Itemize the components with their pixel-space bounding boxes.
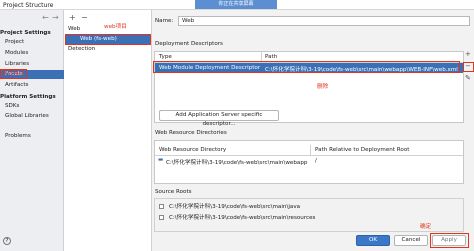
- source-path-java: C:\怀化学院计科\3-19\code\fs-web\src\main\java: [169, 204, 301, 210]
- annotation-delete: 删除: [317, 84, 329, 90]
- add-facet-button[interactable]: +: [69, 13, 76, 22]
- highlight-web-facet: [65, 34, 151, 45]
- col-path-header: Path: [265, 54, 278, 60]
- name-label: Name:: [155, 18, 174, 24]
- web-resource-title: Web Resource Directories: [155, 130, 227, 136]
- source-checkbox-java[interactable]: [159, 204, 164, 209]
- source-roots-list: C:\怀化学院计科\3-19\code\fs-web\src\main\java…: [154, 198, 464, 232]
- res-col1-header: Web Resource Directory: [159, 147, 227, 153]
- project-settings-header: Project Settings: [0, 30, 51, 36]
- facet-settings: Name: Web Deployment Descriptors Type Pa…: [152, 10, 474, 251]
- sidebar-item-problems[interactable]: Problems: [5, 133, 31, 139]
- ok-button[interactable]: OK: [356, 235, 390, 246]
- sidebar-item-project[interactable]: Project: [5, 39, 24, 45]
- highlight-apply: [430, 233, 469, 248]
- add-descriptor-icon[interactable]: +: [465, 50, 471, 58]
- deployment-descriptors-title: Deployment Descriptors: [155, 41, 223, 47]
- sidebar-item-modules[interactable]: Modules: [5, 50, 28, 56]
- annotation-web-project: web项目: [104, 24, 127, 30]
- highlight-facets: [0, 69, 27, 79]
- window-title: Project Structure: [3, 2, 54, 9]
- sidebar-item-libraries[interactable]: Libraries: [5, 61, 29, 67]
- help-icon[interactable]: ?: [3, 237, 11, 245]
- platform-settings-header: Platform Settings: [0, 94, 56, 100]
- res-col2-header: Path Relative to Deployment Root: [315, 147, 410, 153]
- edit-descriptor-icon[interactable]: ✎: [465, 74, 471, 82]
- highlight-remove-button: [463, 62, 474, 72]
- sidebar-item-sdks[interactable]: SDKs: [5, 103, 19, 109]
- res-rel: /: [315, 158, 317, 164]
- facet-group-web[interactable]: Web: [68, 26, 80, 32]
- folder-icon: ▬: [158, 157, 164, 163]
- resource-table: Web Resource Directory Path Relative to …: [154, 140, 464, 184]
- source-path-resources: C:\怀化学院计科\3-19\code\fs-web\src\main\reso…: [169, 215, 316, 221]
- column-divider: [310, 145, 311, 155]
- res-dir: C:\怀化学院计科\3-19\code\fs-web\src\main\weba…: [166, 160, 308, 166]
- col-type-header: Type: [159, 54, 172, 60]
- highlight-descriptor-row: [153, 61, 460, 73]
- source-checkbox-resources[interactable]: [159, 215, 164, 220]
- detection-item[interactable]: Detection: [68, 46, 95, 52]
- facets-panel: + − Web Web (fs-web) Detection web项目: [64, 10, 152, 251]
- sidebar-item-global-libraries[interactable]: Global Libraries: [5, 113, 49, 119]
- cancel-button[interactable]: Cancel: [394, 235, 428, 246]
- add-server-descriptor-button[interactable]: Add Application Server specific descript…: [159, 110, 279, 127]
- sidebar: ← → Project Settings Project Modules Lib…: [0, 10, 64, 251]
- remove-facet-button[interactable]: −: [81, 13, 88, 22]
- project-structure-window: Project Structure 你正在共享屏幕 ← → Project Se…: [0, 0, 474, 251]
- annotation-confirm: 确定: [420, 224, 432, 230]
- name-input[interactable]: Web: [178, 16, 470, 26]
- screen-share-banner: 你正在共享屏幕: [195, 0, 277, 9]
- title-bar: Project Structure 你正在共享屏幕: [0, 0, 474, 10]
- sidebar-item-artifacts[interactable]: Artifacts: [5, 82, 28, 88]
- back-arrow-icon[interactable]: ←: [42, 13, 49, 22]
- table-row[interactable]: ▬ C:\怀化学院计科\3-19\code\fs-web\src\main\we…: [155, 156, 463, 166]
- source-roots-title: Source Roots: [155, 189, 192, 195]
- forward-arrow-icon[interactable]: →: [52, 13, 59, 22]
